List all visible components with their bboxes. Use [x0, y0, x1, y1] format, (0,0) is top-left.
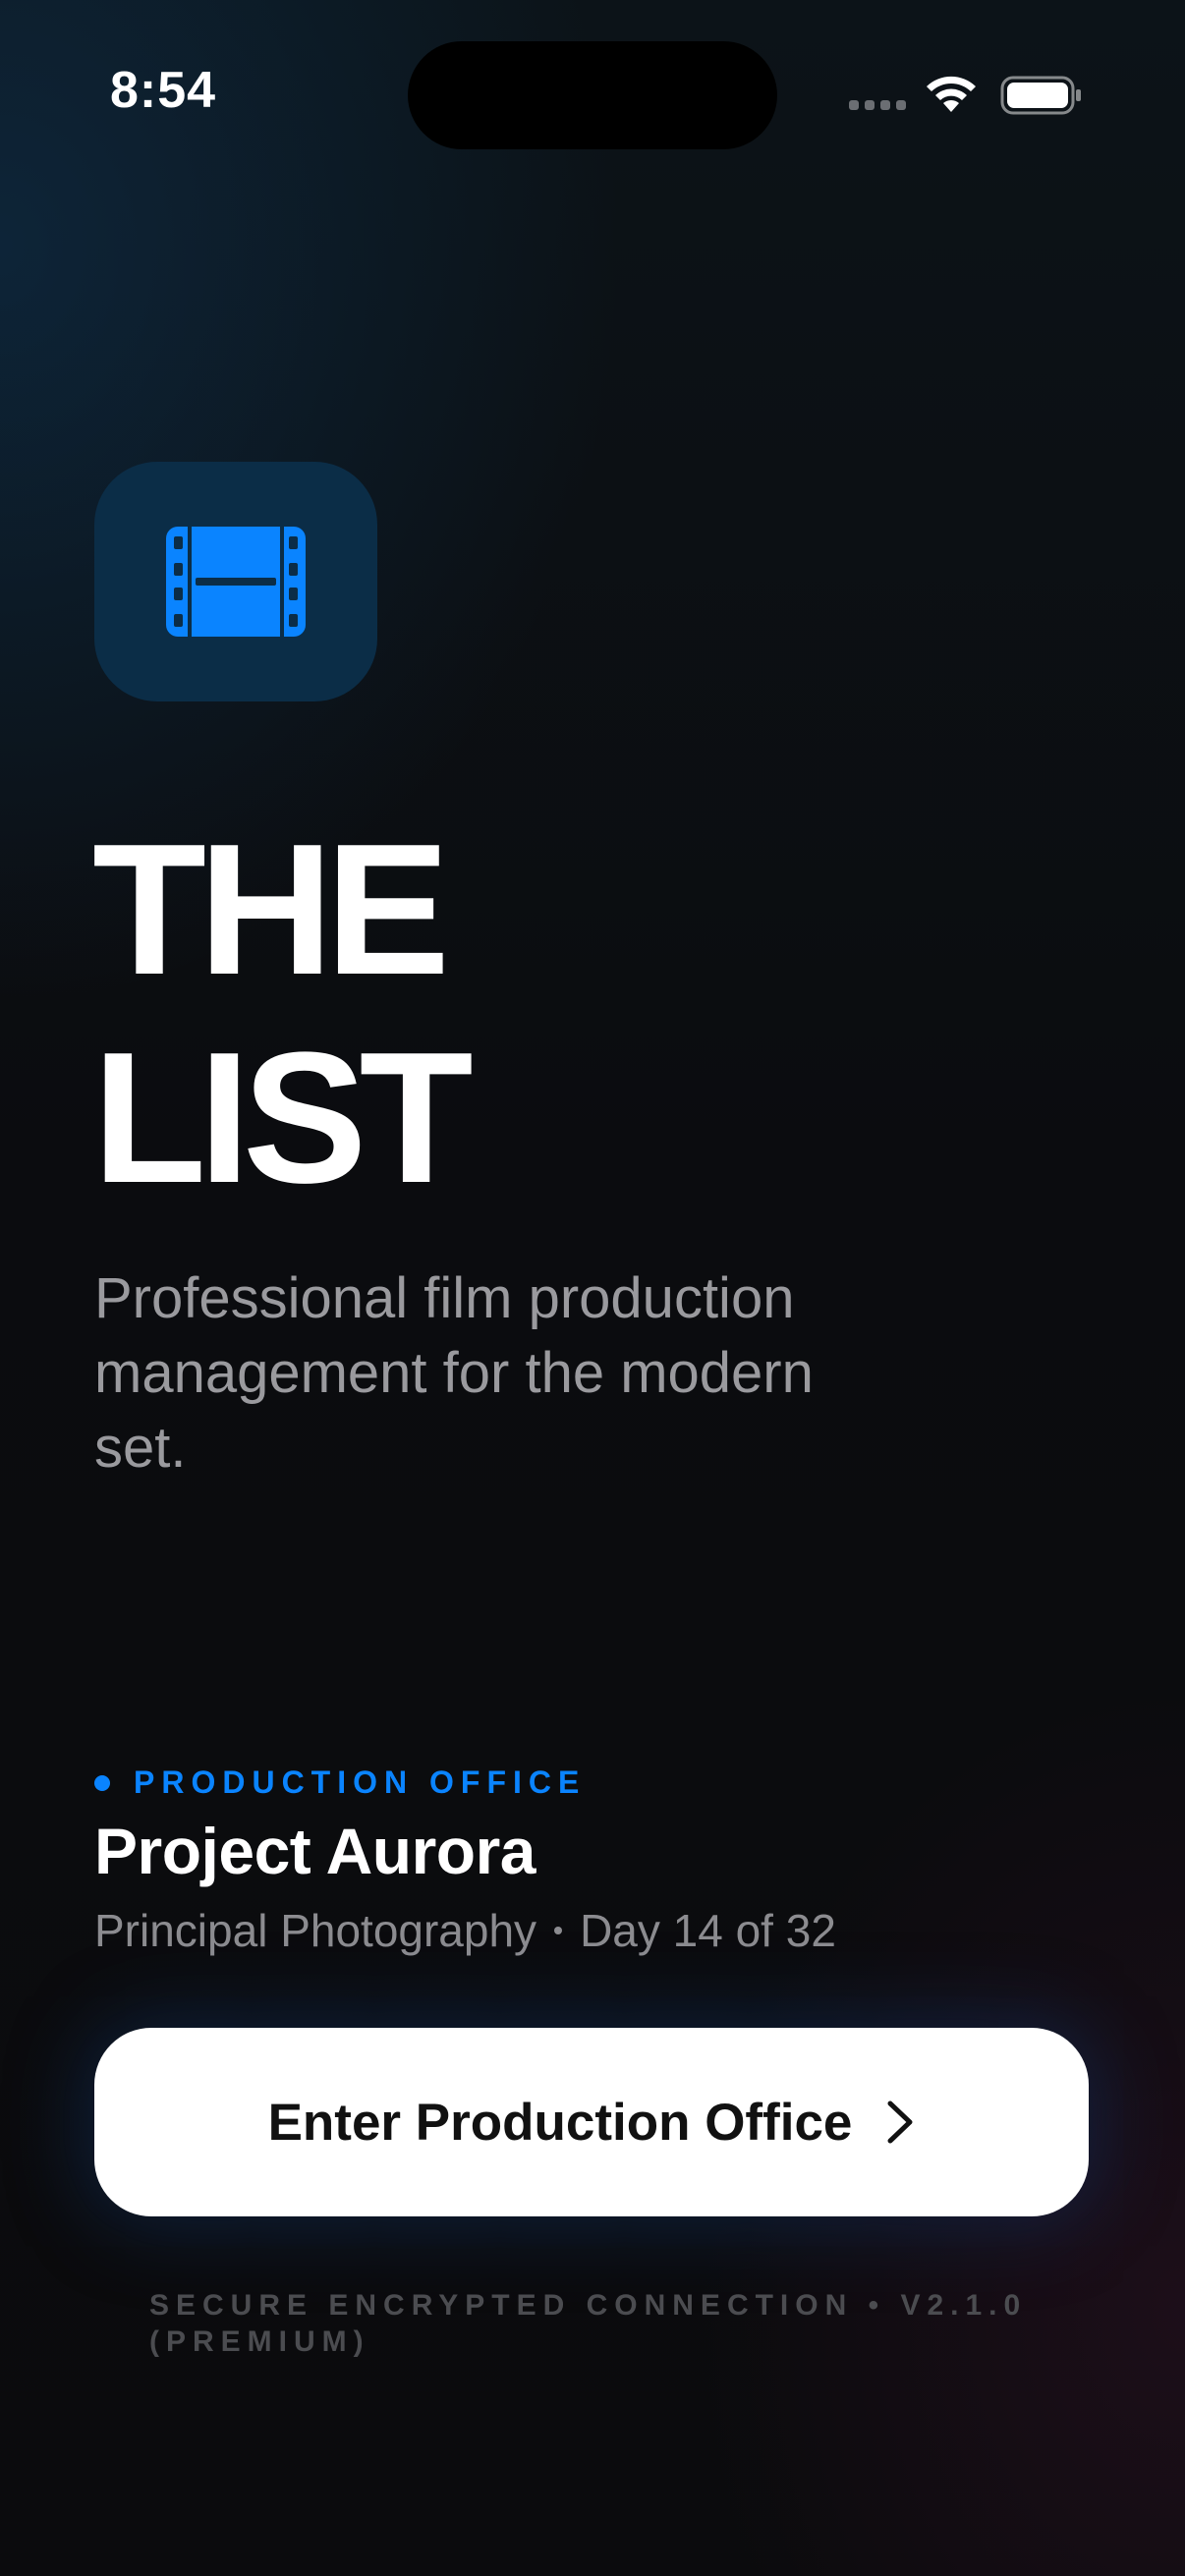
status-dot-icon	[94, 1774, 110, 1791]
dynamic-island	[408, 41, 777, 149]
enter-production-office-label: Enter Production Office	[267, 2093, 853, 2152]
project-meta: Principal Photography Day 14 of 32	[94, 1904, 836, 1957]
project-name: Project Aurora	[94, 1815, 536, 1887]
app-title: THE LIST	[92, 806, 474, 1222]
battery-icon	[1000, 76, 1081, 115]
enter-production-office-button[interactable]: Enter Production Office	[94, 2028, 1089, 2216]
app-icon	[94, 462, 377, 701]
app-tagline: Professional film production management …	[94, 1266, 814, 1480]
production-office-label: PRODUCTION OFFICE	[134, 1764, 587, 1800]
separator-dot-icon	[554, 1927, 563, 1934]
production-office-tag: PRODUCTION OFFICE	[94, 1764, 586, 1801]
app-title-line-1: THE	[92, 806, 450, 1014]
connection-footer: SECURE ENCRYPTED CONNECTION • V2.1.0 (PR…	[149, 2289, 1028, 2358]
app-title-line-2: LIST	[92, 1014, 474, 1222]
chevron-right-icon	[887, 2100, 913, 2144]
film-icon	[166, 527, 306, 637]
project-phase: Principal Photography	[94, 1905, 537, 1956]
project-day-progress: Day 14 of 32	[580, 1905, 836, 1956]
wifi-icon	[927, 76, 976, 112]
status-time: 8:54	[109, 62, 217, 119]
cellular-signal-icon	[849, 100, 906, 110]
